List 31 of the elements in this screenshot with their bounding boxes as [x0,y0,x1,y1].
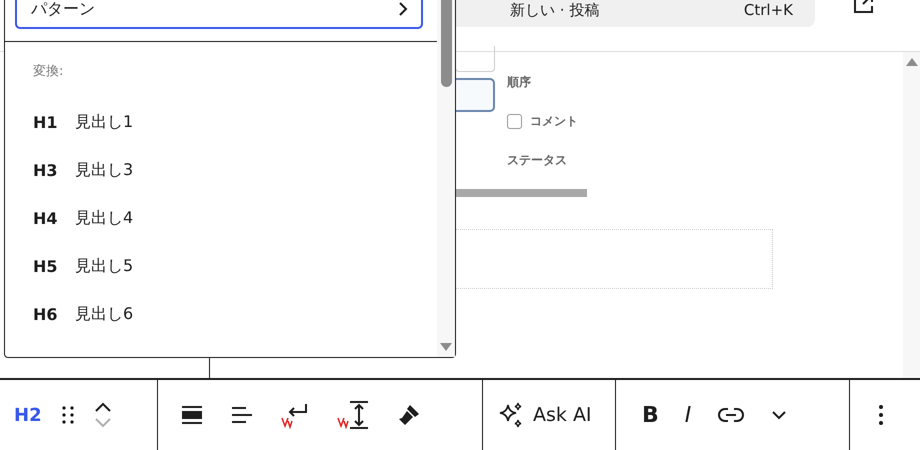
input-field[interactable] [455,78,495,112]
menu-item[interactable]: H1 見出し1 [13,98,429,146]
order-label: 順序 [507,74,532,91]
checkbox-label: コメント [530,113,578,130]
bold-button[interactable]: B [642,402,659,428]
chevron-right-icon [397,1,409,17]
scrollbar-thumb[interactable] [440,0,452,87]
menu-item[interactable]: H4 見出し4 [13,194,429,242]
more-options-icon[interactable] [878,403,884,427]
section-label: 変換: [33,63,64,80]
menu-item[interactable]: パターン [15,0,423,29]
command-bar-title: 新しい · 投稿 [510,0,600,20]
ask-ai-button[interactable]: Ask AI [497,401,592,429]
checkbox[interactable] [507,114,522,129]
shortcut-label: Ctrl+K [744,0,793,20]
align-block-icon[interactable] [180,403,204,427]
link-icon[interactable] [717,405,746,425]
status-label: ステータス [507,152,568,169]
scroll-up-icon[interactable] [906,58,918,66]
menu-item[interactable]: H6 見出し6 [13,290,429,338]
menu-item[interactable]: H3 見出し3 [13,146,429,194]
chevron-down-icon[interactable] [771,410,788,420]
scroll-down-icon[interactable] [440,343,452,351]
scrollbar[interactable] [903,52,920,378]
line-height-icon[interactable] [336,400,370,430]
move-up-icon[interactable] [94,401,112,413]
line-break-icon[interactable] [280,401,310,429]
block-type-button[interactable]: H2 [14,404,42,426]
italic-button[interactable]: I [684,402,692,428]
scrollbar[interactable] [437,0,455,357]
menu-item[interactable]: H5 見出し5 [13,242,429,290]
